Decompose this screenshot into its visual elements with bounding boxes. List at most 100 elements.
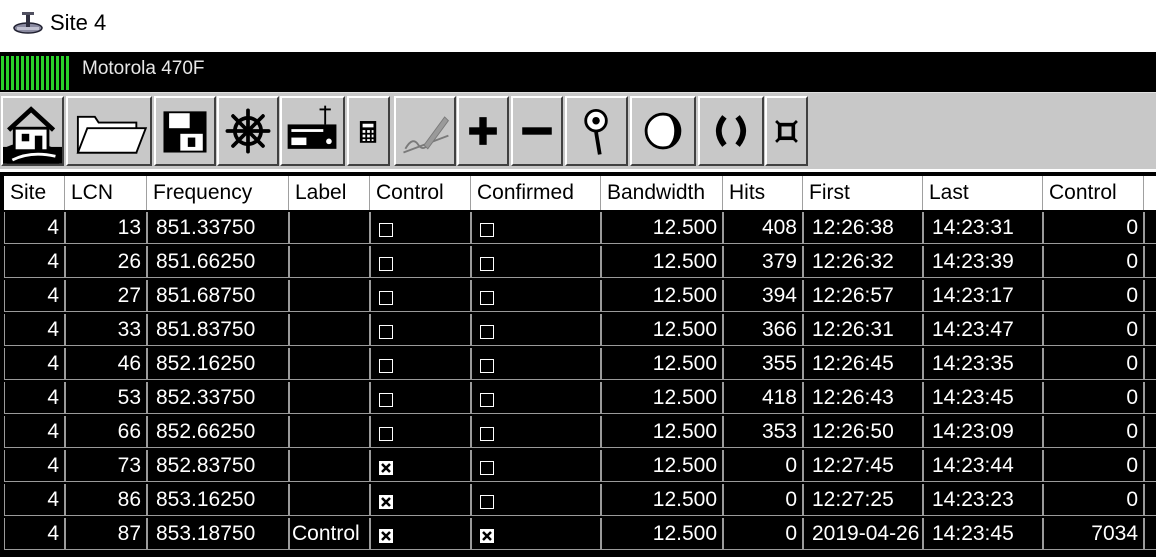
unchecked-checkbox[interactable]	[480, 495, 494, 509]
circle-button[interactable]	[630, 96, 696, 166]
cell-last: 14:23:45	[923, 382, 1043, 414]
cell-last: 14:23:39	[923, 246, 1043, 278]
table-row[interactable]: 4 13 851.33750 12.500 408 12:26:38 14:23:31 0	[4, 212, 1156, 246]
calculator-button[interactable]	[347, 96, 390, 166]
unchecked-checkbox[interactable]	[379, 257, 393, 271]
column-header-control[interactable]: Control	[370, 176, 471, 210]
cell-first: 12:26:45	[803, 348, 923, 380]
unchecked-checkbox[interactable]	[480, 325, 494, 339]
grid-header: Site LCN Frequency Label Control Confirm…	[4, 176, 1156, 210]
receiver-button[interactable]	[280, 96, 345, 166]
cell-lcn: 33	[65, 314, 147, 346]
cell-hits: 0	[723, 484, 803, 516]
cell-site: 4	[4, 246, 65, 278]
unchecked-checkbox[interactable]	[480, 393, 494, 407]
column-header-lcn[interactable]: LCN	[65, 176, 147, 210]
cell-confirmed	[471, 246, 601, 278]
circle-icon	[644, 112, 682, 150]
column-header-last[interactable]: Last	[923, 176, 1043, 210]
cell-frequency: 852.33750	[147, 382, 289, 414]
cell-site: 4	[4, 382, 65, 414]
table-row[interactable]: 4 26 851.66250 12.500 379 12:26:32 14:23:39 0	[4, 246, 1156, 280]
window-title: Site 4	[50, 10, 107, 35]
unchecked-checkbox[interactable]	[379, 359, 393, 373]
add-button[interactable]	[457, 96, 509, 166]
cell-label: Control	[289, 518, 370, 550]
wheel-button[interactable]	[217, 96, 279, 166]
cell-site: 4	[4, 212, 65, 244]
cell-confirmed	[471, 212, 601, 244]
signal-meter	[0, 56, 72, 90]
cell-filler	[1144, 450, 1156, 482]
table-row[interactable]: 4 66 852.66250 12.500 353 12:26:50 14:23:09 0	[4, 416, 1156, 450]
unchecked-checkbox[interactable]	[480, 461, 494, 475]
column-header-control-count[interactable]: Control	[1043, 176, 1144, 210]
scatter-button[interactable]	[765, 96, 808, 166]
checked-checkbox[interactable]	[379, 495, 393, 509]
cell-control	[370, 416, 471, 448]
column-header-first[interactable]: First	[803, 176, 923, 210]
cell-confirmed	[471, 450, 601, 482]
signature-button[interactable]	[394, 96, 456, 166]
cell-hits: 418	[723, 382, 803, 414]
unchecked-checkbox[interactable]	[480, 257, 494, 271]
cell-filler	[1144, 484, 1156, 516]
cell-confirmed	[471, 348, 601, 380]
home-button[interactable]	[1, 96, 64, 166]
cell-frequency: 851.68750	[147, 280, 289, 312]
brackets-button[interactable]	[698, 96, 764, 166]
cell-filler	[1144, 246, 1156, 278]
plus-icon	[469, 117, 497, 145]
cell-last: 14:23:23	[923, 484, 1043, 516]
cell-lcn: 66	[65, 416, 147, 448]
table-row[interactable]: 4 27 851.68750 12.500 394 12:26:57 14:23:17 0	[4, 280, 1156, 314]
cell-confirmed	[471, 416, 601, 448]
column-header-site[interactable]: Site	[4, 176, 65, 210]
checked-checkbox[interactable]	[480, 529, 494, 543]
unchecked-checkbox[interactable]	[480, 291, 494, 305]
unchecked-checkbox[interactable]	[379, 291, 393, 305]
unchecked-checkbox[interactable]	[379, 427, 393, 441]
cell-label	[289, 382, 370, 414]
checked-checkbox[interactable]	[379, 461, 393, 475]
signature-icon	[403, 116, 450, 154]
column-header-bandwidth[interactable]: Bandwidth	[601, 176, 723, 210]
save-button[interactable]	[154, 96, 216, 166]
open-button[interactable]	[66, 96, 152, 166]
cell-hits: 366	[723, 314, 803, 346]
cell-lcn: 13	[65, 212, 147, 244]
cell-control-count: 0	[1043, 246, 1144, 278]
column-header-frequency[interactable]: Frequency	[147, 176, 289, 210]
cell-bandwidth: 12.500	[601, 246, 723, 278]
cell-first: 12:26:43	[803, 382, 923, 414]
table-row[interactable]: 4 46 852.16250 12.500 355 12:26:45 14:23:35 0	[4, 348, 1156, 382]
table-row[interactable]: 4 33 851.83750 12.500 366 12:26:31 14:23:47 0	[4, 314, 1156, 348]
cell-filler	[1144, 416, 1156, 448]
unchecked-checkbox[interactable]	[480, 359, 494, 373]
table-row[interactable]: 4 86 853.16250 12.500 0 12:27:25 14:23:23 0	[4, 484, 1156, 518]
cell-bandwidth: 12.500	[601, 212, 723, 244]
unchecked-checkbox[interactable]	[480, 223, 494, 237]
remove-button[interactable]	[511, 96, 563, 166]
table-row[interactable]: 4 53 852.33750 12.500 418 12:26:43 14:23:45 0	[4, 382, 1156, 416]
unchecked-checkbox[interactable]	[379, 325, 393, 339]
unchecked-checkbox[interactable]	[480, 427, 494, 441]
cell-control	[370, 246, 471, 278]
column-header-confirmed[interactable]: Confirmed	[471, 176, 601, 210]
column-header-hits[interactable]: Hits	[723, 176, 803, 210]
table-row[interactable]: 4 87 853.18750 Control 12.500 0 2019-04-26 14:2…	[4, 518, 1156, 552]
checked-checkbox[interactable]	[379, 529, 393, 543]
cell-filler	[1144, 280, 1156, 312]
cell-last: 14:23:47	[923, 314, 1043, 346]
unchecked-checkbox[interactable]	[379, 223, 393, 237]
cell-label	[289, 450, 370, 482]
cell-hits: 353	[723, 416, 803, 448]
unchecked-checkbox[interactable]	[379, 393, 393, 407]
search-button[interactable]	[565, 96, 628, 166]
table-row[interactable]: 4 73 852.83750 12.500 0 12:27:45 14:23:44 0	[4, 450, 1156, 484]
column-header-label[interactable]: Label	[289, 176, 370, 210]
magnifier-icon	[584, 108, 608, 155]
toolbar	[0, 92, 1156, 169]
cell-label	[289, 246, 370, 278]
cell-control-count: 0	[1043, 212, 1144, 244]
